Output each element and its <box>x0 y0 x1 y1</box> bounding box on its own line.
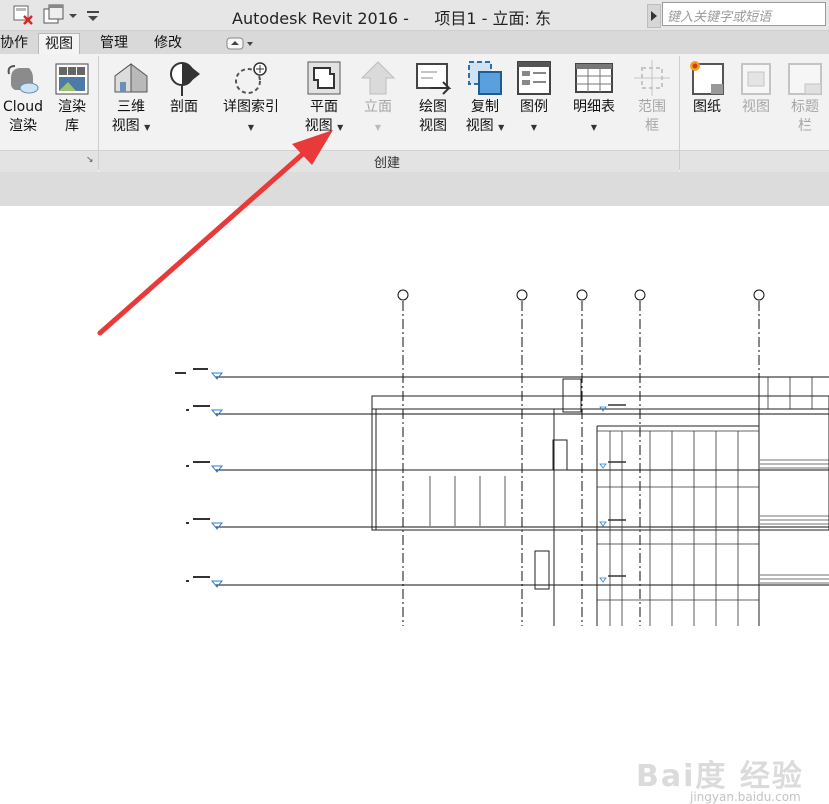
schedule-label: 明细表 <box>573 99 615 115</box>
3d-view-icon <box>111 58 151 98</box>
grid-bubble[interactable] <box>397 289 409 301</box>
drafting-view-icon <box>413 58 453 98</box>
switch-window-icon[interactable] <box>42 3 66 27</box>
tab-manage[interactable]: 管理 <box>94 33 134 53</box>
switch-window-dropdown-icon[interactable] <box>67 3 79 27</box>
sheet-icon <box>687 58 727 98</box>
duplicate-view-label-1: 复制 <box>471 99 499 115</box>
tab-modify[interactable]: 修改 <box>148 33 188 53</box>
render-gallery-label-1: 渲染 <box>58 99 86 115</box>
tab-collaborate[interactable]: 协作 <box>0 33 34 53</box>
schedule-dropdown-icon[interactable]: ▼ <box>566 117 622 137</box>
tab-view[interactable]: 视图 <box>38 33 80 55</box>
legend-button[interactable]: 图例 ▼ <box>512 58 556 137</box>
title-block-label-1: 标题 <box>791 99 819 115</box>
3d-view-label-2: 视图 ▼ <box>108 117 154 137</box>
section-icon <box>164 58 204 98</box>
ribbon: Cloud 渲染 渲染 库 ↘ 三维 视图 ▼ 剖面 详图索引 ▼ 平面 视图 … <box>0 54 829 173</box>
scope-box-label-1: 范围 <box>638 99 666 115</box>
duplicate-view-dropdown-icon[interactable]: ▼ <box>498 123 504 132</box>
grid-bubble[interactable] <box>753 289 765 301</box>
scope-box-button: 范围 框 <box>630 58 674 136</box>
cloud-render-icon <box>3 58 43 98</box>
render-gallery-button[interactable]: 渲染 库 <box>50 58 94 136</box>
callout-dropdown-icon[interactable]: ▼ <box>248 123 254 132</box>
render-gallery-label-2: 库 <box>65 118 79 134</box>
ribbon-tab-bar: 协作 视图 管理 修改 <box>0 31 829 55</box>
elevation-dropdown-icon: ▼ <box>374 123 382 132</box>
3d-view-label-2-text: 视图 <box>111 118 140 134</box>
search-input[interactable]: 键入关键字或短语 <box>662 2 826 26</box>
plan-view-label-2-text: 视图 <box>304 118 333 134</box>
elevation-button: 立面 ▼ <box>356 58 400 137</box>
place-view-button: 视图 <box>734 58 778 117</box>
plan-view-icon <box>304 58 344 98</box>
drawing-canvas[interactable]: Bai度 经验 jingyan.baidu.com <box>0 206 829 804</box>
title-bar: Autodesk Revit 2016 - 项目1 - 立面: 东 键入关键字或… <box>0 0 829 31</box>
scope-box-icon <box>632 58 672 98</box>
schedule-button[interactable]: 明细表 ▼ <box>566 58 622 137</box>
3d-view-button[interactable]: 三维 视图 ▼ <box>108 58 154 137</box>
qat-customize-icon[interactable] <box>84 3 102 27</box>
title-block-label-2: 栏 <box>798 118 812 134</box>
duplicate-view-label-2-text: 视图 <box>465 118 494 134</box>
drafting-view-label-2: 视图 <box>419 118 447 134</box>
callout-icon <box>231 58 271 98</box>
plan-view-button[interactable]: 平面 视图 ▼ <box>300 58 348 137</box>
grid-bubble[interactable] <box>576 289 588 301</box>
title-block-icon <box>785 58 825 98</box>
3d-view-label-1: 三维 <box>117 99 145 115</box>
search-expand-button[interactable] <box>647 4 661 28</box>
schedule-icon <box>574 58 614 98</box>
legend-label: 图例 <box>520 99 548 115</box>
duplicate-view-icon <box>465 58 505 98</box>
elevation-label: 立面 <box>364 99 392 115</box>
legend-icon <box>514 58 554 98</box>
sheet-panel-footer <box>680 150 829 172</box>
panel-launcher-icon[interactable]: ↘ <box>86 155 94 165</box>
duplicate-view-label-2: 视图 ▼ <box>460 117 510 137</box>
title-block-button: 标题 栏 <box>784 58 826 136</box>
grid-bubble[interactable] <box>634 289 646 301</box>
section-label: 剖面 <box>170 99 198 115</box>
render-gallery-icon <box>52 58 92 98</box>
sheet-button[interactable]: 图纸 <box>684 58 730 117</box>
plan-view-label-2: 视图 ▼ <box>300 117 348 137</box>
watermark-url: jingyan.baidu.com <box>690 790 801 804</box>
view-tab-strip <box>0 172 829 207</box>
drafting-view-label-1: 绘图 <box>419 99 447 115</box>
create-panel-title: 创建 <box>374 156 401 171</box>
3d-view-dropdown-icon[interactable]: ▼ <box>144 123 150 132</box>
cloud-render-label-1: Cloud <box>3 99 43 115</box>
elevation-drawing <box>175 289 829 626</box>
window-title: Autodesk Revit 2016 - 项目1 - 立面: 东 <box>232 9 551 28</box>
place-view-icon <box>736 58 776 98</box>
cloud-render-button[interactable]: Cloud 渲染 <box>0 58 46 136</box>
tab-minimize-icon[interactable] <box>226 36 256 50</box>
cloud-render-label-2: 渲染 <box>9 118 37 134</box>
render-panel-footer <box>0 150 98 172</box>
legend-dropdown-icon[interactable]: ▼ <box>512 117 556 137</box>
drafting-view-button[interactable]: 绘图 视图 <box>410 58 456 136</box>
plan-view-label-1: 平面 <box>310 99 338 115</box>
close-project-icon[interactable] <box>12 3 36 27</box>
grid-bubble[interactable] <box>516 289 528 301</box>
plan-view-dropdown-icon[interactable]: ▼ <box>337 123 343 132</box>
callout-label: 详图索引 ▼ <box>218 98 284 137</box>
duplicate-view-button[interactable]: 复制 视图 ▼ <box>460 58 510 137</box>
sheet-label: 图纸 <box>693 99 721 115</box>
section-button[interactable]: 剖面 <box>162 58 206 117</box>
place-view-label: 视图 <box>742 99 770 115</box>
elevation-icon <box>358 58 398 98</box>
scope-box-label-2: 框 <box>645 118 659 134</box>
callout-label-text: 详图索引 <box>223 99 279 115</box>
watermark-logo: Bai度 经验 <box>636 759 804 794</box>
callout-button[interactable]: 详图索引 ▼ <box>218 58 284 137</box>
